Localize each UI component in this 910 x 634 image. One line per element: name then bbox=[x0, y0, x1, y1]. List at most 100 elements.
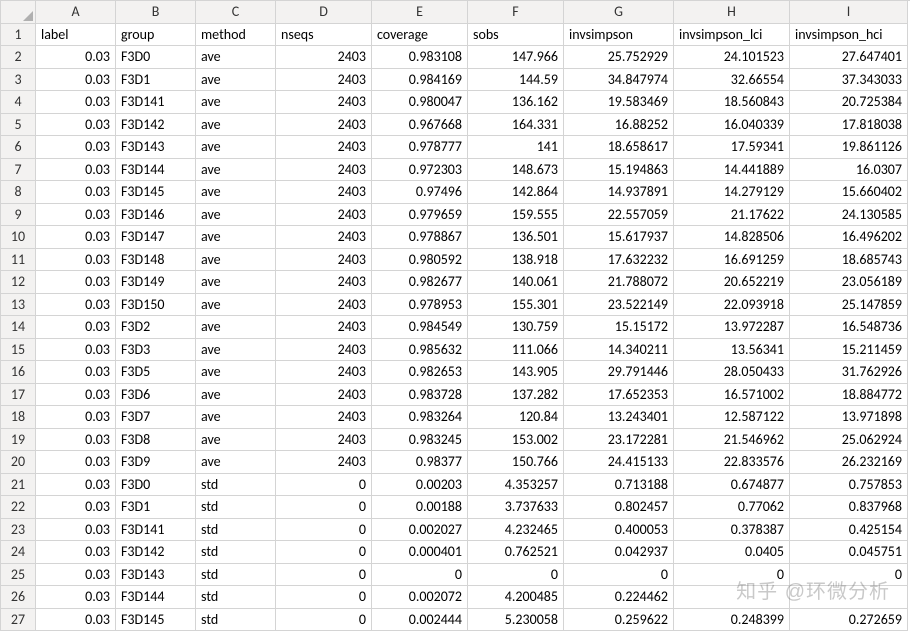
data-cell[interactable]: 2403 bbox=[276, 339, 372, 362]
data-cell[interactable]: 0.979659 bbox=[372, 204, 468, 227]
data-cell[interactable]: 18.685743 bbox=[790, 249, 908, 272]
data-cell[interactable]: 0.425154 bbox=[790, 519, 908, 542]
column-header-a[interactable]: A bbox=[36, 1, 116, 24]
data-cell[interactable]: 14.441889 bbox=[674, 159, 790, 182]
data-cell[interactable]: 32.66554 bbox=[674, 69, 790, 92]
data-cell[interactable]: ave bbox=[196, 361, 276, 384]
data-cell[interactable]: ave bbox=[196, 91, 276, 114]
row-header[interactable]: 3 bbox=[1, 69, 36, 92]
data-cell[interactable]: 153.002 bbox=[468, 429, 564, 452]
column-header-d[interactable]: D bbox=[276, 1, 372, 24]
row-header[interactable]: 10 bbox=[1, 226, 36, 249]
column-header-g[interactable]: G bbox=[564, 1, 674, 24]
data-cell[interactable]: 15.211459 bbox=[790, 339, 908, 362]
data-cell[interactable]: 137.282 bbox=[468, 384, 564, 407]
data-cell[interactable]: F3D2 bbox=[116, 316, 196, 339]
data-cell[interactable]: 0.03 bbox=[36, 226, 116, 249]
column-header-e[interactable]: E bbox=[372, 1, 468, 24]
data-cell[interactable]: 0.0405 bbox=[674, 541, 790, 564]
data-cell[interactable]: 0.03 bbox=[36, 46, 116, 69]
data-cell[interactable]: 0.03 bbox=[36, 159, 116, 182]
data-cell[interactable]: F3D8 bbox=[116, 429, 196, 452]
data-cell[interactable]: 0 bbox=[564, 564, 674, 587]
data-cell[interactable]: 0.77062 bbox=[674, 496, 790, 519]
data-cell[interactable]: 0.259622 bbox=[564, 609, 674, 632]
data-cell[interactable]: 13.56341 bbox=[674, 339, 790, 362]
data-cell[interactable]: 0.984549 bbox=[372, 316, 468, 339]
data-cell[interactable]: 14.279129 bbox=[674, 181, 790, 204]
row-header[interactable]: 11 bbox=[1, 249, 36, 272]
data-cell[interactable]: 0.224462 bbox=[564, 586, 674, 609]
data-cell[interactable]: 0.03 bbox=[36, 586, 116, 609]
data-cell[interactable]: ave bbox=[196, 316, 276, 339]
data-cell[interactable]: ave bbox=[196, 46, 276, 69]
data-cell[interactable]: 0.03 bbox=[36, 429, 116, 452]
data-cell[interactable]: 23.172281 bbox=[564, 429, 674, 452]
data-cell[interactable]: 16.040339 bbox=[674, 114, 790, 137]
row-header[interactable]: 2 bbox=[1, 46, 36, 69]
header-cell[interactable]: nseqs bbox=[276, 24, 372, 47]
data-cell[interactable]: std bbox=[196, 519, 276, 542]
header-cell[interactable]: invsimpson_lci bbox=[674, 24, 790, 47]
data-cell[interactable]: 0.03 bbox=[36, 316, 116, 339]
data-cell[interactable]: 18.560843 bbox=[674, 91, 790, 114]
data-cell[interactable]: 15.15172 bbox=[564, 316, 674, 339]
data-cell[interactable]: 31.762926 bbox=[790, 361, 908, 384]
data-cell[interactable]: ave bbox=[196, 451, 276, 474]
data-cell[interactable]: 144.59 bbox=[468, 69, 564, 92]
row-header[interactable]: 7 bbox=[1, 159, 36, 182]
data-cell[interactable]: F3D142 bbox=[116, 114, 196, 137]
data-cell[interactable]: 0 bbox=[674, 564, 790, 587]
data-cell[interactable]: 0.272659 bbox=[790, 609, 908, 632]
data-cell[interactable]: 12.587122 bbox=[674, 406, 790, 429]
data-cell[interactable]: 140.061 bbox=[468, 271, 564, 294]
data-cell[interactable]: 2403 bbox=[276, 159, 372, 182]
data-cell[interactable]: F3D147 bbox=[116, 226, 196, 249]
data-cell[interactable]: 13.243401 bbox=[564, 406, 674, 429]
data-cell[interactable]: F3D146 bbox=[116, 204, 196, 227]
data-cell[interactable]: 148.673 bbox=[468, 159, 564, 182]
data-cell[interactable]: 147.966 bbox=[468, 46, 564, 69]
data-cell[interactable]: F3D6 bbox=[116, 384, 196, 407]
data-cell[interactable]: 0.983728 bbox=[372, 384, 468, 407]
column-header-i[interactable]: I bbox=[790, 1, 908, 24]
data-cell[interactable]: F3D145 bbox=[116, 609, 196, 632]
data-cell[interactable]: 0 bbox=[276, 541, 372, 564]
data-cell[interactable]: 16.496202 bbox=[790, 226, 908, 249]
data-cell[interactable]: 0 bbox=[276, 564, 372, 587]
data-cell[interactable]: 2403 bbox=[276, 181, 372, 204]
data-cell[interactable]: ave bbox=[196, 339, 276, 362]
data-cell[interactable]: F3D141 bbox=[116, 91, 196, 114]
data-cell[interactable]: F3D145 bbox=[116, 181, 196, 204]
data-cell[interactable]: 0 bbox=[276, 586, 372, 609]
data-cell[interactable]: ave bbox=[196, 204, 276, 227]
data-cell[interactable]: 0 bbox=[276, 519, 372, 542]
data-cell[interactable]: 0.982677 bbox=[372, 271, 468, 294]
data-cell[interactable]: F3D144 bbox=[116, 159, 196, 182]
data-cell[interactable]: 2403 bbox=[276, 69, 372, 92]
header-cell[interactable]: sobs bbox=[468, 24, 564, 47]
data-cell[interactable]: 0.802457 bbox=[564, 496, 674, 519]
header-cell[interactable]: coverage bbox=[372, 24, 468, 47]
row-header[interactable]: 22 bbox=[1, 496, 36, 519]
data-cell[interactable]: 0.03 bbox=[36, 361, 116, 384]
data-cell[interactable]: F3D0 bbox=[116, 474, 196, 497]
data-cell[interactable]: F3D1 bbox=[116, 496, 196, 519]
data-cell[interactable]: 0.03 bbox=[36, 384, 116, 407]
data-cell[interactable]: F3D148 bbox=[116, 249, 196, 272]
row-header[interactable]: 16 bbox=[1, 361, 36, 384]
row-header[interactable]: 5 bbox=[1, 114, 36, 137]
data-cell[interactable]: F3D7 bbox=[116, 406, 196, 429]
data-cell[interactable]: 0 bbox=[276, 474, 372, 497]
row-header[interactable]: 4 bbox=[1, 91, 36, 114]
data-cell[interactable]: F3D142 bbox=[116, 541, 196, 564]
data-cell[interactable]: 155.301 bbox=[468, 294, 564, 317]
data-cell[interactable]: 0.03 bbox=[36, 339, 116, 362]
data-cell[interactable]: 0.03 bbox=[36, 609, 116, 632]
data-cell[interactable]: 16.0307 bbox=[790, 159, 908, 182]
data-cell[interactable]: 18.884772 bbox=[790, 384, 908, 407]
data-cell[interactable]: 0.03 bbox=[36, 406, 116, 429]
data-cell[interactable]: 21.788072 bbox=[564, 271, 674, 294]
data-cell[interactable]: 21.546962 bbox=[674, 429, 790, 452]
spreadsheet-grid[interactable]: ABCDEFGHI1labelgroupmethodnseqscoverages… bbox=[0, 0, 910, 631]
